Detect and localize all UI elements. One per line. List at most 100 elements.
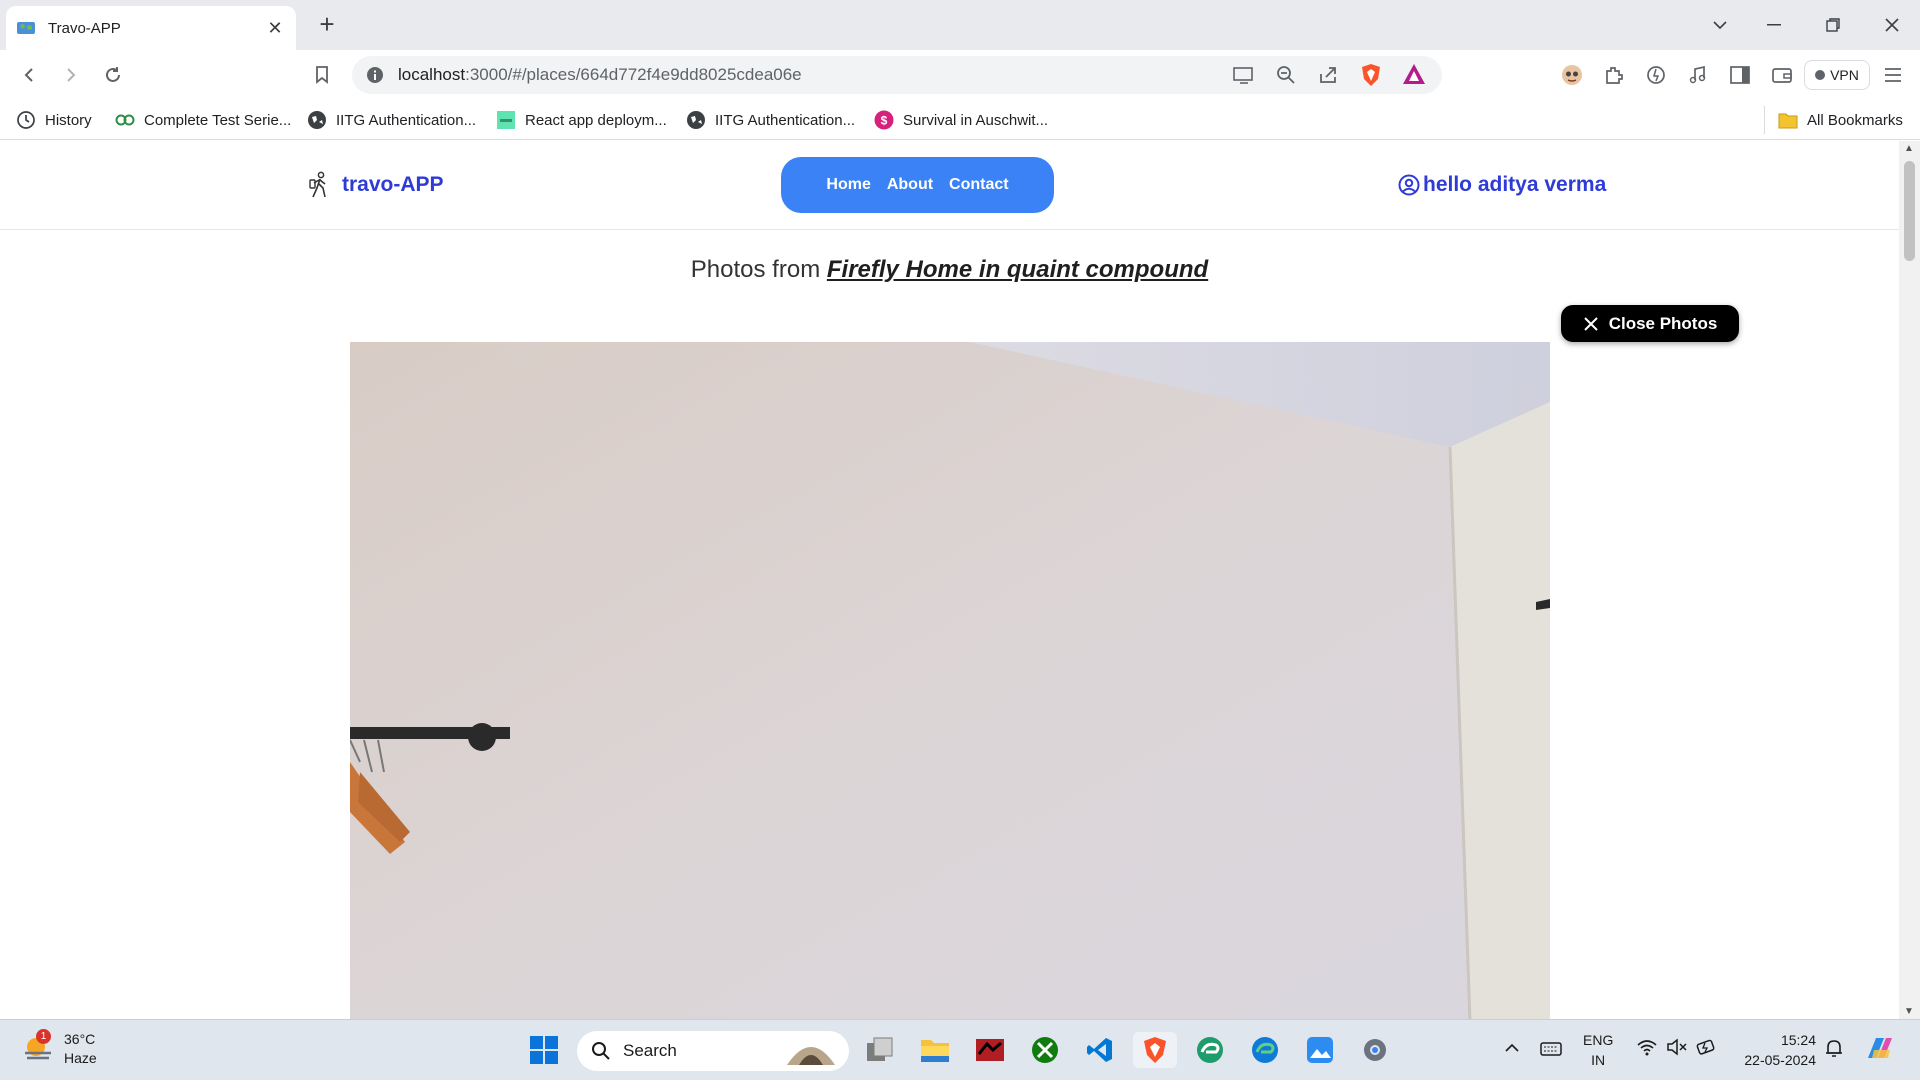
volume-muted-icon[interactable] xyxy=(1666,1038,1688,1059)
keyboard-icon[interactable] xyxy=(1540,1042,1562,1059)
logo-text: travo-APP xyxy=(342,173,444,196)
show-hidden-icons[interactable] xyxy=(1504,1040,1520,1056)
close-photos-button[interactable]: Close Photos xyxy=(1561,305,1739,342)
brave-taskbar-icon[interactable] xyxy=(1133,1032,1177,1068)
site-logo[interactable]: travo-APP xyxy=(308,171,444,199)
extensions-icon[interactable] xyxy=(1598,59,1630,91)
sidebar-icon[interactable] xyxy=(1724,59,1756,91)
address-bar[interactable]: localhost:3000/#/places/664d772f4e9dd802… xyxy=(352,56,1442,94)
forward-icon[interactable] xyxy=(55,59,87,91)
brave-rewards-icon[interactable] xyxy=(1402,63,1426,90)
back-icon[interactable] xyxy=(13,59,45,91)
scroll-thumb[interactable] xyxy=(1904,161,1915,261)
date: 22-05-2024 xyxy=(1744,1052,1816,1068)
reload-icon[interactable] xyxy=(97,59,129,91)
wifi-icon[interactable] xyxy=(1636,1038,1658,1059)
screen: Travo-APP ✕ + localhost:3000/#/places/66… xyxy=(0,0,1920,1080)
tab-strip: Travo-APP ✕ + xyxy=(0,0,1920,50)
cast-icon[interactable] xyxy=(1232,65,1254,90)
task-view-icon[interactable] xyxy=(862,1032,898,1068)
browser-toolbar: localhost:3000/#/places/664d772f4e9dd802… xyxy=(0,50,1920,100)
close-photos-label: Close Photos xyxy=(1608,313,1718,333)
language-indicator[interactable]: ENG IN xyxy=(1583,1030,1613,1070)
copilot-icon[interactable] xyxy=(1864,1034,1896,1065)
zoom-icon[interactable] xyxy=(1276,65,1296,90)
new-tab-button[interactable]: + xyxy=(312,10,342,40)
bookmark-label: Survival in Auschwit... xyxy=(903,111,1049,129)
vscode-icon[interactable] xyxy=(1082,1032,1118,1068)
close-window-button[interactable] xyxy=(1872,8,1912,42)
bookmark-label: React app deploym... xyxy=(525,111,667,129)
search-placeholder: Search xyxy=(623,1041,677,1060)
user-greeting: hello aditya verma xyxy=(1423,173,1607,196)
brave-shield-icon[interactable] xyxy=(1360,63,1382,92)
close-tab-icon[interactable]: ✕ xyxy=(264,18,286,39)
wallet-icon[interactable] xyxy=(1766,59,1798,91)
page-scrollbar[interactable]: ▲ ▼ xyxy=(1899,141,1920,1019)
place-name-link[interactable]: Firefly Home in quaint compound xyxy=(827,256,1208,283)
url-text: localhost:3000/#/places/664d772f4e9dd802… xyxy=(398,65,802,84)
search-icon xyxy=(592,1042,610,1060)
browser-tab[interactable]: Travo-APP ✕ xyxy=(6,6,296,50)
tab-title: Travo-APP xyxy=(48,19,121,37)
vpn-button[interactable]: VPN xyxy=(1804,60,1870,90)
s-icon: $ xyxy=(874,110,894,130)
bookmark-icon[interactable] xyxy=(306,59,338,91)
nav-about[interactable]: About xyxy=(887,176,933,194)
globe-icon xyxy=(307,110,327,130)
user-circle-icon xyxy=(1398,174,1420,196)
file-explorer-icon[interactable] xyxy=(917,1032,953,1068)
bookmark-label: Complete Test Serie... xyxy=(144,111,292,129)
place-photo xyxy=(350,342,1550,1019)
media-icon[interactable] xyxy=(1682,59,1714,91)
site-header: travo-APP Home About Contact hello adity… xyxy=(0,141,1899,230)
folder-icon xyxy=(1778,110,1798,130)
vpn-label: VPN xyxy=(1830,67,1859,83)
restore-button[interactable] xyxy=(1813,8,1853,42)
bookmark-iitg-2[interactable]: IITG Authentication... xyxy=(686,108,855,132)
bookmark-survival[interactable]: $ Survival in Auschwit... xyxy=(874,108,1048,132)
bookmark-gfg[interactable]: Complete Test Serie... xyxy=(115,108,291,132)
start-icon[interactable] xyxy=(526,1032,562,1068)
edge-icon[interactable] xyxy=(1247,1032,1283,1068)
nav-contact[interactable]: Contact xyxy=(949,176,1009,194)
leo-ai-icon[interactable] xyxy=(1640,59,1672,91)
search-highlight-icon xyxy=(787,1047,835,1065)
menu-icon[interactable] xyxy=(1877,59,1909,91)
nav-home[interactable]: Home xyxy=(826,176,870,194)
gfg-icon xyxy=(115,110,135,130)
notifications-icon[interactable] xyxy=(1824,1038,1844,1061)
all-bookmarks[interactable]: All Bookmarks xyxy=(1778,108,1903,132)
scroll-down-icon[interactable]: ▼ xyxy=(1904,1006,1914,1017)
main-nav: Home About Contact xyxy=(781,157,1054,213)
tab-search-icon[interactable] xyxy=(1700,8,1740,42)
clock[interactable]: 15:24 22-05-2024 xyxy=(1736,1030,1816,1070)
site-info-icon[interactable] xyxy=(366,66,384,84)
share-icon[interactable] xyxy=(1318,65,1338,90)
traveller-icon xyxy=(309,171,326,198)
weather-widget[interactable]: 1 36°C Haze xyxy=(22,1029,97,1068)
photos-app-icon[interactable] xyxy=(1302,1032,1338,1068)
bookmark-iitg-1[interactable]: IITG Authentication... xyxy=(307,108,476,132)
bookmark-react-deploy[interactable]: React app deploym... xyxy=(496,108,667,132)
xbox-icon[interactable] xyxy=(1027,1032,1063,1068)
taskbar: 1 36°C Haze Search ENG IN 15:24 22-05-20… xyxy=(0,1019,1920,1080)
lang-line1: ENG xyxy=(1583,1032,1614,1048)
photos-prefix: Photos from xyxy=(690,256,827,283)
bookmark-label: IITG Authentication... xyxy=(336,111,477,129)
minimize-button[interactable] xyxy=(1754,8,1794,42)
user-account-link[interactable]: hello aditya verma xyxy=(1398,173,1606,197)
web-page: travo-APP Home About Contact hello adity… xyxy=(0,141,1899,1019)
time: 15:24 xyxy=(1780,1032,1816,1048)
settings-icon[interactable] xyxy=(1357,1032,1393,1068)
scroll-up-icon[interactable]: ▲ xyxy=(1904,143,1914,154)
photos-heading: Photos from Firefly Home in quaint compo… xyxy=(0,256,1899,284)
edge-dev-icon[interactable] xyxy=(1192,1032,1228,1068)
avatar-icon[interactable] xyxy=(1556,59,1588,91)
battery-icon[interactable] xyxy=(1696,1038,1718,1059)
bookmark-history[interactable]: History xyxy=(16,108,92,132)
history-icon xyxy=(16,110,36,130)
app-icon-red[interactable] xyxy=(972,1032,1008,1068)
taskbar-search[interactable]: Search xyxy=(577,1031,849,1071)
bookmarks-divider xyxy=(1764,106,1765,134)
